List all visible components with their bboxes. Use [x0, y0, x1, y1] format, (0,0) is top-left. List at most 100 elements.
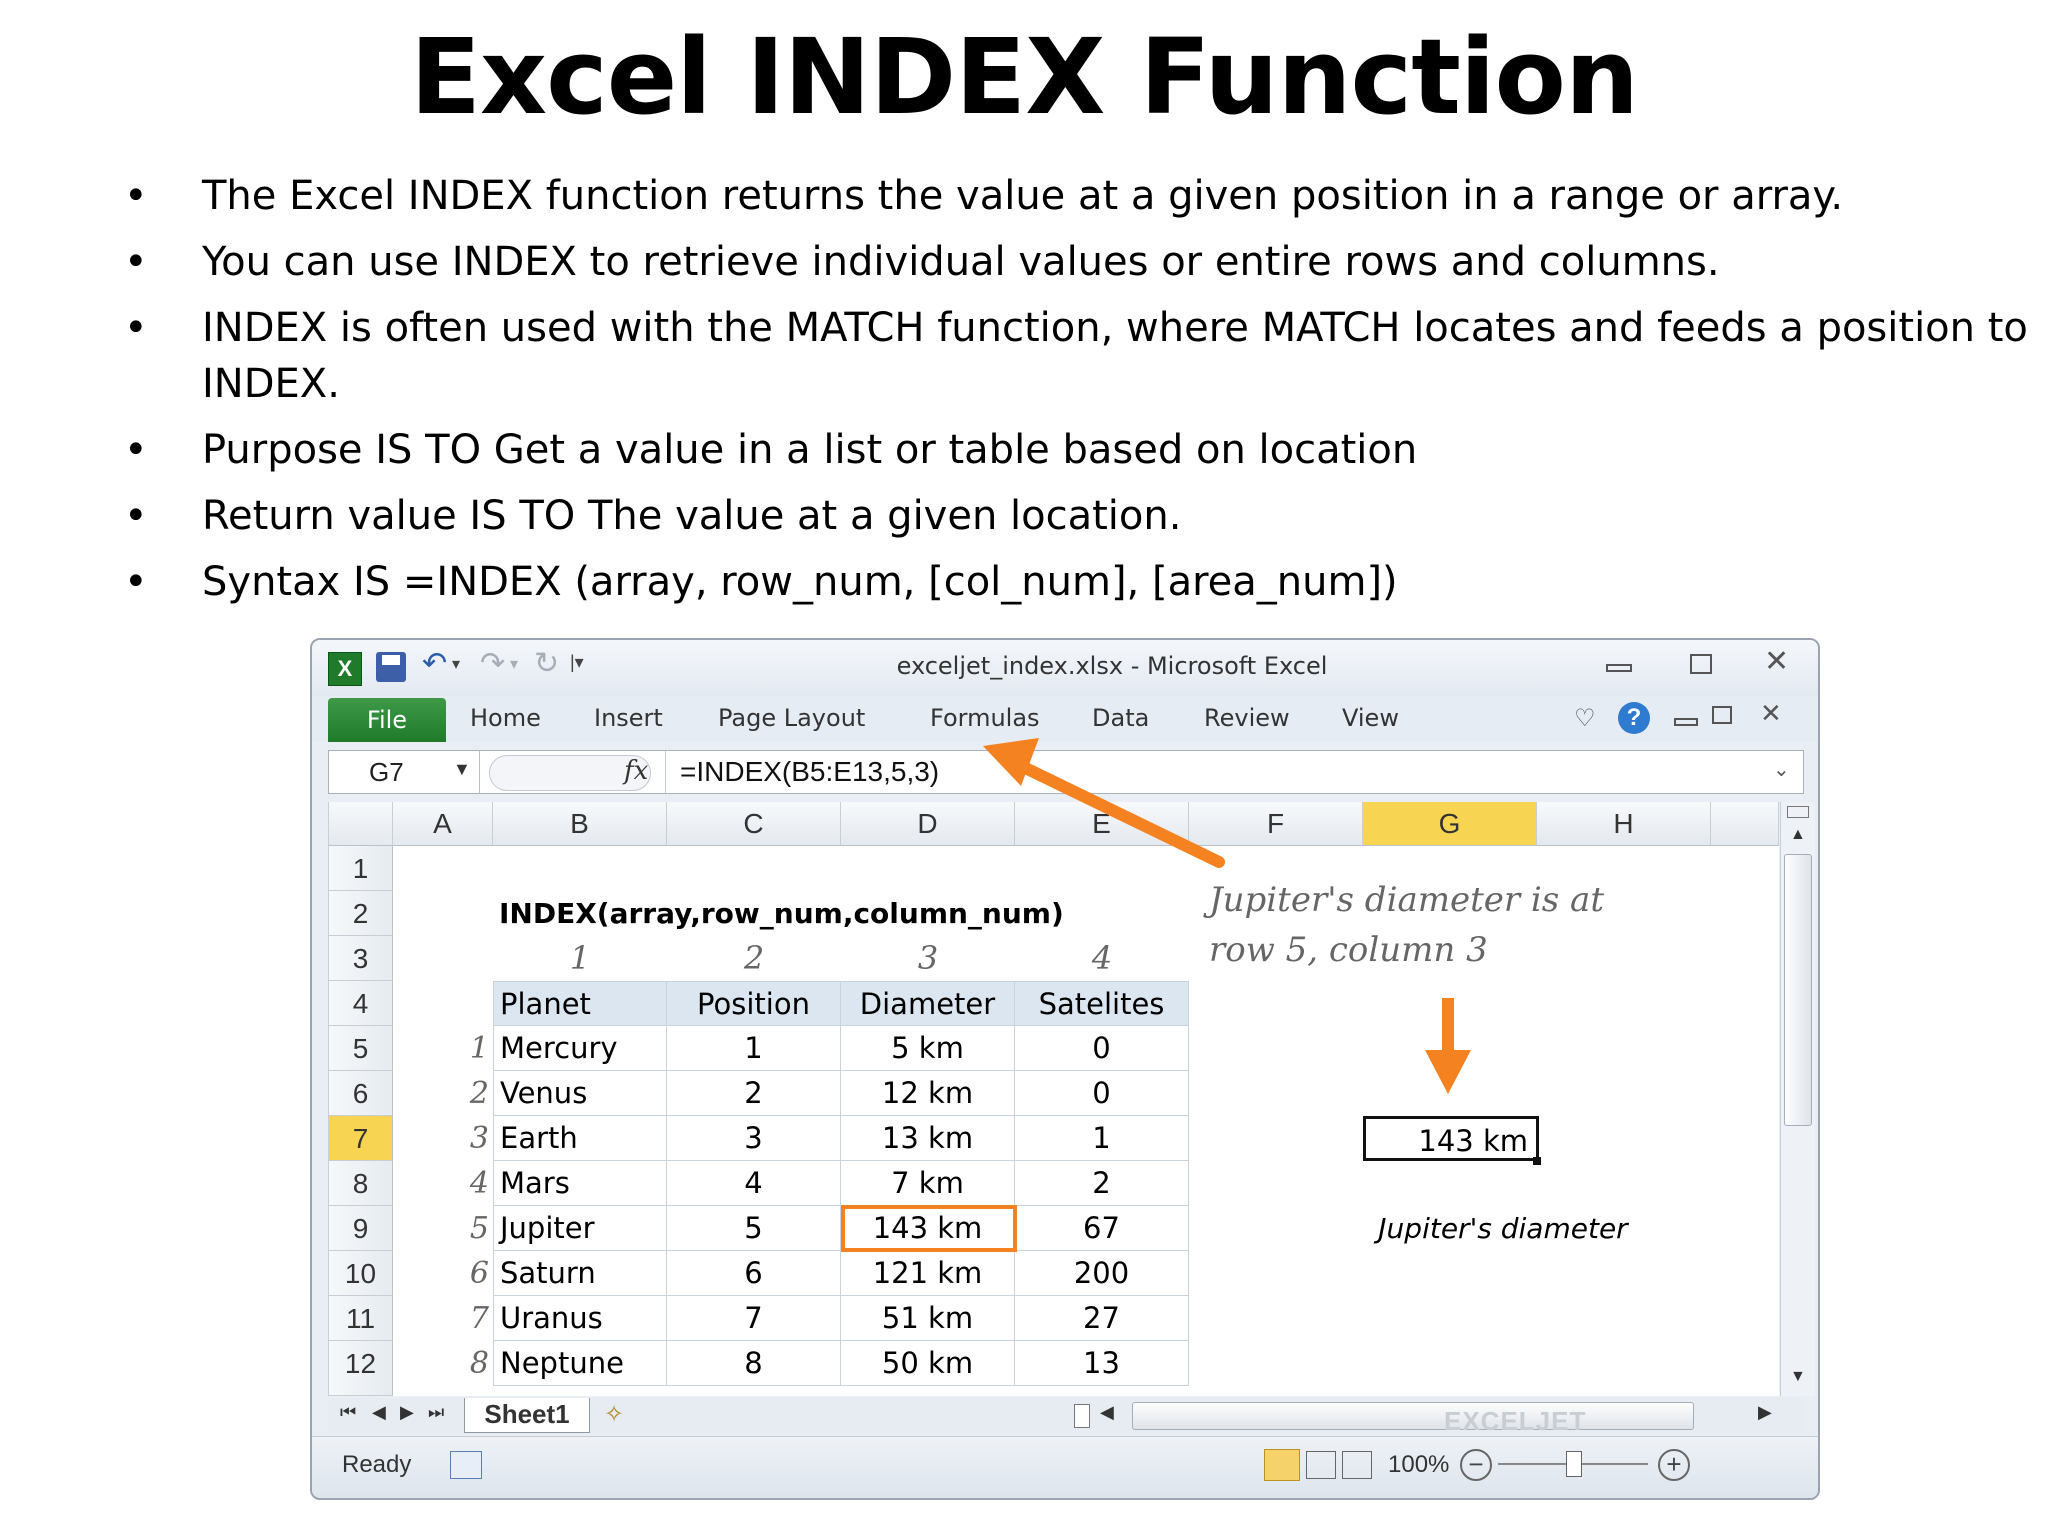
table-cell-satellites[interactable]: 13 [1015, 1341, 1189, 1386]
table-header-diameter[interactable]: Diameter [841, 981, 1015, 1026]
row-header[interactable]: 8 [329, 1161, 393, 1206]
workbook-restore-icon[interactable] [1712, 706, 1732, 724]
table-cell-planet[interactable]: Earth [493, 1116, 667, 1161]
sheet-tab-sheet1[interactable]: Sheet1 [464, 1398, 590, 1433]
page-layout-view-icon[interactable] [1306, 1451, 1336, 1479]
macro-record-icon[interactable] [450, 1451, 482, 1479]
row-header[interactable]: 12 [329, 1341, 393, 1396]
column-header-b[interactable]: B [493, 802, 667, 846]
insert-sheet-icon[interactable]: ✧ [604, 1400, 624, 1429]
column-header-c[interactable]: C [667, 802, 841, 846]
redo-icon[interactable]: ↷ [480, 646, 505, 681]
tab-file[interactable]: File [328, 698, 446, 742]
table-cell-position[interactable]: 4 [667, 1161, 841, 1206]
column-header-g[interactable]: G [1363, 802, 1537, 846]
tab-home[interactable]: Home [470, 704, 541, 732]
table-cell-diameter[interactable]: 12 km [841, 1071, 1015, 1116]
table-cell-diameter[interactable]: 7 km [841, 1161, 1015, 1206]
tab-formulas[interactable]: Formulas [930, 704, 1040, 732]
normal-view-icon[interactable] [1264, 1449, 1300, 1481]
zoom-slider-thumb[interactable] [1566, 1451, 1582, 1477]
scroll-down-icon[interactable]: ▼ [1790, 1368, 1806, 1386]
row-header[interactable]: 11 [329, 1296, 393, 1341]
tab-insert[interactable]: Insert [594, 704, 663, 732]
table-cell-satellites[interactable]: 0 [1015, 1026, 1189, 1071]
row-header[interactable]: 5 [329, 1026, 393, 1071]
zoom-out-icon[interactable]: − [1460, 1449, 1492, 1481]
minimize-ribbon-icon[interactable]: ♡ [1574, 704, 1596, 733]
tab-review[interactable]: Review [1204, 704, 1290, 732]
table-cell-position[interactable]: 7 [667, 1296, 841, 1341]
table-cell-planet[interactable]: Mercury [493, 1026, 667, 1071]
result-cell-g7[interactable]: 143 km [1363, 1116, 1539, 1161]
table-cell-satellites[interactable]: 27 [1015, 1296, 1189, 1341]
worksheet-grid[interactable]: A B C D E F G H 1 2 3 4 5 6 7 8 9 10 11 … [328, 738, 1779, 1396]
help-icon[interactable]: ? [1618, 702, 1650, 734]
zoom-in-icon[interactable]: + [1658, 1449, 1690, 1481]
horizontal-scroll-thumb[interactable] [1132, 1402, 1694, 1430]
scroll-right-icon[interactable]: ▶ [1758, 1402, 1772, 1423]
table-cell-position[interactable]: 8 [667, 1341, 841, 1386]
redo-dropdown-icon[interactable]: ▾ [510, 654, 518, 674]
zoom-level[interactable]: 100% [1388, 1451, 1449, 1479]
fx-icon[interactable]: fx [624, 756, 648, 786]
row-header[interactable]: 1 [329, 846, 393, 891]
table-cell-planet[interactable]: Saturn [493, 1251, 667, 1296]
first-sheet-icon[interactable]: ⏮ [340, 1402, 356, 1423]
vertical-scrollbar[interactable]: ▲ ▼ [1780, 802, 1815, 1396]
table-cell-diameter[interactable]: 121 km [841, 1251, 1015, 1296]
split-box-icon[interactable] [1787, 806, 1809, 818]
customize-toolbar-icon[interactable]: |▾ [570, 652, 584, 673]
table-cell-planet[interactable]: Uranus [493, 1296, 667, 1341]
last-sheet-icon[interactable]: ⏭ [428, 1402, 444, 1423]
table-cell-satellites[interactable]: 0 [1015, 1071, 1189, 1116]
select-all-corner[interactable] [329, 802, 393, 846]
table-cell-satellites[interactable]: 67 [1015, 1206, 1189, 1251]
row-header[interactable]: 10 [329, 1251, 393, 1296]
column-header-h[interactable]: H [1537, 802, 1711, 846]
table-cell-position[interactable]: 5 [667, 1206, 841, 1251]
page-break-view-icon[interactable] [1342, 1451, 1372, 1479]
row-header[interactable]: 9 [329, 1206, 393, 1251]
expand-formula-bar-icon[interactable]: ⌄ [1773, 757, 1790, 782]
table-cell-satellites[interactable]: 200 [1015, 1251, 1189, 1296]
name-box-dropdown-icon[interactable]: ▼ [453, 759, 471, 780]
repeat-icon[interactable]: ↻ [534, 646, 559, 681]
scroll-up-icon[interactable]: ▲ [1790, 826, 1806, 844]
column-header-a[interactable]: A [393, 802, 493, 846]
tab-view[interactable]: View [1342, 704, 1399, 732]
table-cell-position[interactable]: 2 [667, 1071, 841, 1116]
table-cell-diameter[interactable]: 51 km [841, 1296, 1015, 1341]
row-header[interactable]: 6 [329, 1071, 393, 1116]
table-cell-satellites[interactable]: 2 [1015, 1161, 1189, 1206]
table-cell-planet[interactable]: Venus [493, 1071, 667, 1116]
next-sheet-icon[interactable]: ▶ [400, 1402, 414, 1423]
restore-icon[interactable] [1690, 654, 1712, 674]
table-cell-position[interactable]: 3 [667, 1116, 841, 1161]
table-header-planet[interactable]: Planet [493, 981, 667, 1026]
table-header-position[interactable]: Position [667, 981, 841, 1026]
hscroll-split-icon[interactable] [1074, 1404, 1090, 1428]
table-cell-position[interactable]: 1 [667, 1026, 841, 1071]
fill-handle[interactable] [1533, 1157, 1541, 1165]
undo-dropdown-icon[interactable]: ▾ [452, 654, 460, 674]
name-box[interactable]: G7 ▼ [329, 751, 480, 793]
row-header[interactable]: 4 [329, 981, 393, 1026]
tab-page-layout[interactable]: Page Layout [718, 704, 865, 732]
table-cell-satellites[interactable]: 1 [1015, 1116, 1189, 1161]
undo-icon[interactable]: ↶ [422, 646, 447, 681]
close-icon[interactable]: ✕ [1764, 644, 1789, 679]
row-header[interactable]: 2 [329, 891, 393, 936]
table-cell-diameter[interactable]: 5 km [841, 1026, 1015, 1071]
minimize-icon[interactable] [1606, 664, 1632, 672]
row-header[interactable]: 7 [329, 1116, 393, 1161]
table-cell-diameter[interactable]: 13 km [841, 1116, 1015, 1161]
scroll-thumb[interactable] [1784, 854, 1812, 1126]
tab-data[interactable]: Data [1092, 704, 1149, 732]
workbook-close-icon[interactable]: ✕ [1760, 698, 1782, 729]
table-cell-planet[interactable]: Mars [493, 1161, 667, 1206]
workbook-minimize-icon[interactable] [1674, 718, 1698, 726]
row-header[interactable]: 3 [329, 936, 393, 981]
save-icon[interactable] [376, 652, 406, 682]
scroll-left-icon[interactable]: ◀ [1100, 1402, 1114, 1423]
